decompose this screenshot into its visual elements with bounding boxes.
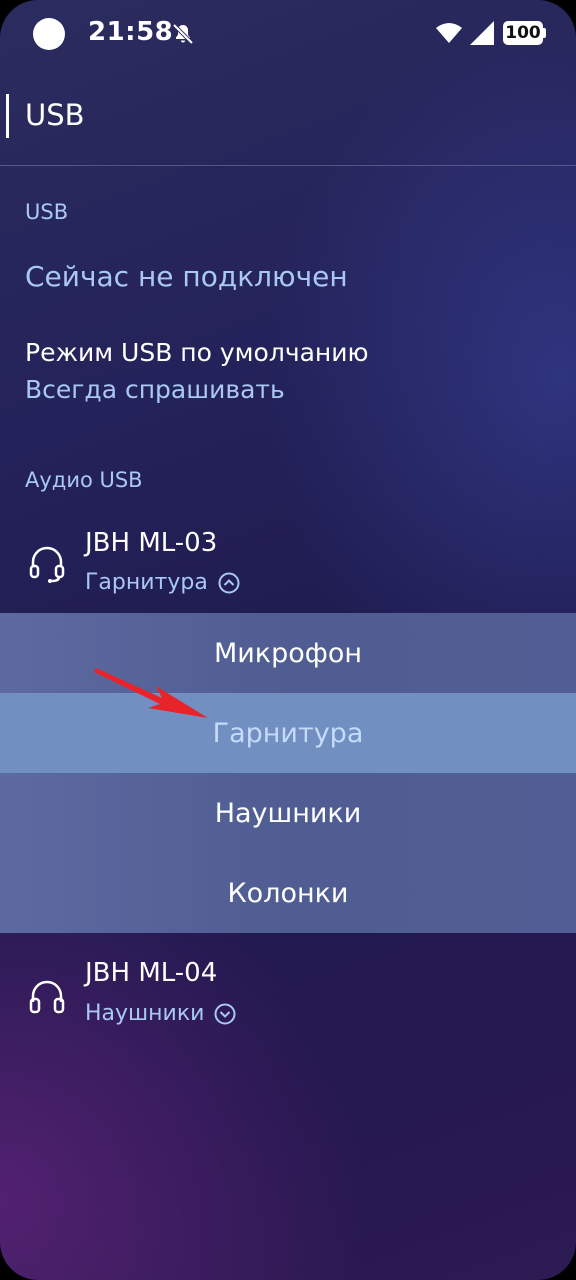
headphones-icon <box>29 980 65 1014</box>
dropdown-option-headphones[interactable]: Наушники <box>0 773 576 853</box>
connection-status[interactable]: Сейчас не подключен <box>25 260 348 293</box>
bell-off-icon <box>172 23 194 45</box>
device-name: JBH ML-04 <box>85 958 218 988</box>
device-type-dropdown: Микрофон Гарнитура Наушники Колонки <box>0 613 576 933</box>
annotation-arrow-icon <box>94 668 208 718</box>
battery-tip <box>543 28 546 38</box>
dropdown-option-headset[interactable]: Гарнитура <box>0 693 576 773</box>
dropdown-option-microphone[interactable]: Микрофон <box>0 613 576 693</box>
status-bar: 21:58 100 <box>0 0 576 70</box>
dropdown-option-speakers[interactable]: Колонки <box>0 853 576 933</box>
camera-dot-icon <box>33 18 65 50</box>
device-name: JBH ML-03 <box>85 528 218 558</box>
device-type-label: Наушники <box>85 1001 205 1026</box>
device-type-selector[interactable]: Наушники <box>85 1001 236 1026</box>
app-header: USB <box>0 80 576 166</box>
battery-icon: 100 <box>503 21 543 45</box>
usb-settings-screen: 21:58 100 USB USB Сейчас не подключен Ре… <box>0 0 576 1280</box>
default-mode-value: Всегда спрашивать <box>25 375 285 404</box>
device-type-selector[interactable]: Гарнитура <box>85 570 240 595</box>
audio-usb-section-label: Аудио USB <box>25 468 143 492</box>
signal-icon <box>470 21 494 45</box>
wifi-icon <box>436 23 462 43</box>
device-type-label: Гарнитура <box>85 570 208 595</box>
headset-icon <box>29 546 65 583</box>
usb-section-label: USB <box>25 200 69 224</box>
default-mode-title: Режим USB по умолчанию <box>25 338 369 367</box>
status-time: 21:58 <box>88 17 174 47</box>
chevron-up-icon <box>218 572 240 593</box>
back-indicator[interactable] <box>6 94 9 138</box>
chevron-down-icon <box>214 1003 236 1024</box>
page-title: USB <box>25 98 85 132</box>
